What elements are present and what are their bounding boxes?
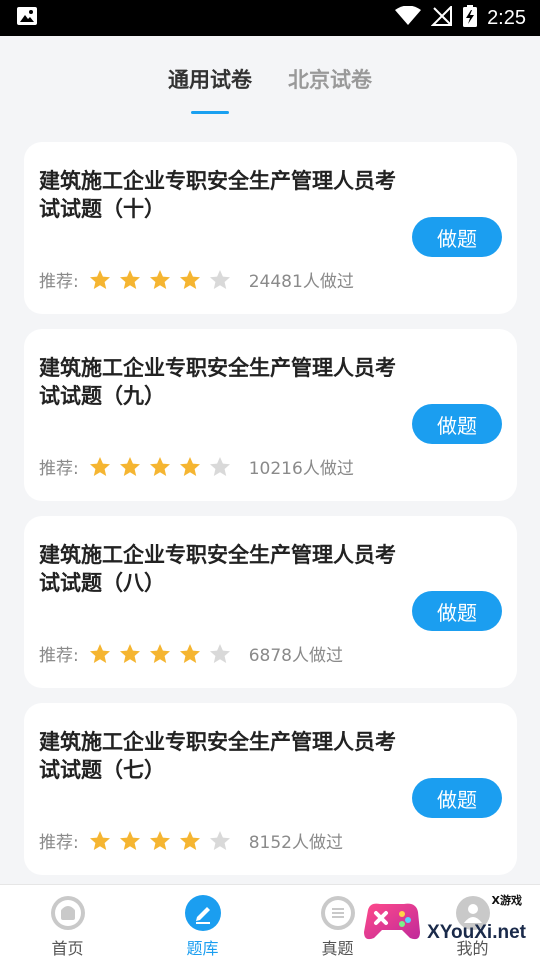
tab-label: 北京试卷 bbox=[288, 68, 372, 92]
paper-meta: 推荐: 8152人做过 bbox=[39, 828, 343, 853]
paper-card[interactable]: 建筑施工企业专职安全生产管理人员考试试题（十） 推荐: 24481人做过 做题 bbox=[24, 142, 517, 314]
recommend-label: 推荐: bbox=[39, 272, 79, 292]
status-bar: 2:25 bbox=[0, 0, 540, 36]
recommend-label: 推荐: bbox=[39, 459, 79, 479]
home-icon bbox=[50, 895, 86, 931]
star-empty-icon bbox=[209, 456, 230, 476]
star-filled-icon bbox=[149, 643, 170, 663]
nav-label: 题库 bbox=[186, 939, 219, 958]
paper-card[interactable]: 建筑施工企业专职安全生产管理人员考试试题（七） 推荐: 8152人做过 做题 bbox=[24, 703, 517, 875]
paper-card[interactable]: 建筑施工企业专职安全生产管理人员考试试题（九） 推荐: 10216人做过 做题 bbox=[24, 329, 517, 501]
tab-label: 通用试卷 bbox=[168, 68, 252, 92]
star-filled-icon bbox=[149, 830, 170, 850]
paper-list: 建筑施工企业专职安全生产管理人员考试试题（十） 推荐: 24481人做过 做题 … bbox=[24, 142, 517, 890]
edit-icon bbox=[184, 895, 221, 931]
paper-title: 建筑施工企业专职安全生产管理人员考试试题（八） bbox=[39, 543, 396, 595]
star-filled-icon bbox=[89, 643, 110, 663]
nav-item-question-bank[interactable]: 题库 bbox=[135, 885, 270, 960]
list-icon bbox=[320, 895, 356, 931]
rating-stars bbox=[89, 269, 231, 291]
do-exercise-button[interactable]: 做题 bbox=[412, 404, 502, 444]
no-signal-icon bbox=[430, 4, 453, 30]
star-empty-icon bbox=[209, 830, 230, 850]
paper-card[interactable]: 建筑施工企业专职安全生产管理人员考试试题（八） 推荐: 6878人做过 做题 bbox=[24, 516, 517, 688]
done-count: 24481人做过 bbox=[248, 272, 354, 292]
watermark-logo: X游戏 XYouXi.net bbox=[362, 892, 532, 948]
star-filled-icon bbox=[119, 643, 140, 663]
wifi-icon bbox=[395, 5, 422, 30]
recommend-label: 推荐: bbox=[39, 833, 79, 853]
done-count: 10216人做过 bbox=[248, 459, 354, 479]
star-filled-icon bbox=[89, 830, 110, 850]
star-filled-icon bbox=[179, 269, 200, 289]
battery-charging-icon bbox=[463, 5, 478, 31]
nav-label: 首页 bbox=[51, 939, 84, 958]
tab-general-papers[interactable]: 通用试卷 bbox=[166, 64, 254, 114]
do-exercise-button[interactable]: 做题 bbox=[412, 217, 502, 257]
recommend-label: 推荐: bbox=[39, 646, 79, 666]
nav-item-home[interactable]: 首页 bbox=[0, 885, 135, 960]
tab-beijing-papers[interactable]: 北京试卷 bbox=[286, 64, 374, 94]
star-filled-icon bbox=[119, 830, 140, 850]
paper-title: 建筑施工企业专职安全生产管理人员考试试题（九） bbox=[39, 356, 396, 408]
star-filled-icon bbox=[179, 830, 200, 850]
star-filled-icon bbox=[89, 456, 110, 476]
paper-meta: 推荐: 10216人做过 bbox=[39, 454, 354, 479]
do-exercise-button[interactable]: 做题 bbox=[412, 591, 502, 631]
image-icon bbox=[16, 6, 38, 30]
rating-stars bbox=[89, 643, 231, 665]
done-count: 6878人做过 bbox=[248, 646, 343, 666]
star-filled-icon bbox=[119, 269, 140, 289]
paper-meta: 推荐: 6878人做过 bbox=[39, 641, 343, 666]
star-filled-icon bbox=[149, 269, 170, 289]
tab-bar: 通用试卷 北京试卷 bbox=[0, 36, 540, 122]
status-time: 2:25 bbox=[487, 6, 526, 29]
rating-stars bbox=[89, 830, 231, 852]
tab-underline bbox=[191, 111, 229, 114]
rating-stars bbox=[89, 456, 231, 478]
star-empty-icon bbox=[209, 269, 230, 289]
paper-title: 建筑施工企业专职安全生产管理人员考试试题（十） bbox=[39, 169, 396, 221]
star-filled-icon bbox=[119, 456, 140, 476]
nav-label: 真题 bbox=[321, 939, 354, 958]
paper-meta: 推荐: 24481人做过 bbox=[39, 267, 354, 292]
watermark-small-text: X游戏 bbox=[491, 894, 522, 907]
star-filled-icon bbox=[179, 643, 200, 663]
star-filled-icon bbox=[89, 269, 110, 289]
do-exercise-button[interactable]: 做题 bbox=[412, 778, 502, 818]
star-filled-icon bbox=[149, 456, 170, 476]
done-count: 8152人做过 bbox=[248, 833, 343, 853]
paper-title: 建筑施工企业专职安全生产管理人员考试试题（七） bbox=[39, 730, 396, 782]
star-empty-icon bbox=[209, 643, 230, 663]
watermark-text: XYouXi.net bbox=[427, 922, 526, 943]
star-filled-icon bbox=[179, 456, 200, 476]
